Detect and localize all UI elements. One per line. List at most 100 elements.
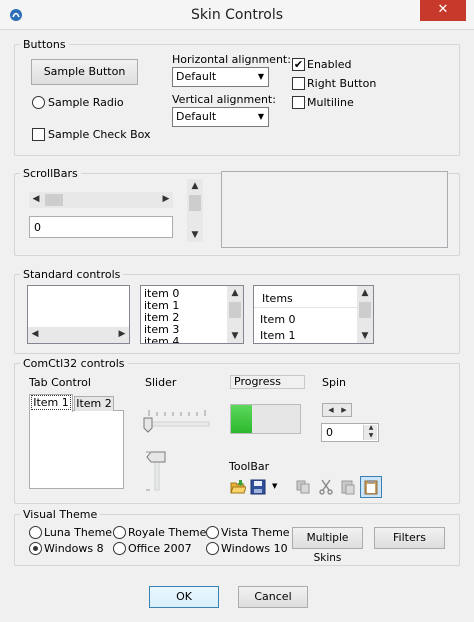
spin-value: 0 (326, 426, 333, 439)
slider-thumb (146, 451, 166, 463)
horizontal-scrollbar[interactable]: ◀ ▶ (29, 192, 173, 208)
list-item[interactable]: item 4 (142, 336, 227, 344)
cut-icon[interactable] (318, 479, 334, 495)
slider-label: Slider (145, 376, 177, 389)
scroll-thumb[interactable] (229, 302, 241, 318)
save-dropdown-arrow-icon[interactable]: ▼ (272, 482, 277, 490)
scroll-up-arrow[interactable]: ▲ (187, 179, 203, 193)
vertical-scrollbar[interactable]: ▲ ▼ (187, 179, 203, 242)
scroll-right-arrow[interactable]: ▶ (159, 192, 173, 208)
cancel-button[interactable]: Cancel (238, 586, 308, 608)
multiline-checkbox[interactable] (292, 96, 305, 109)
vertical-alignment-label: Vertical alignment: (172, 93, 276, 106)
theme-label-luna: Luna Theme (44, 526, 113, 539)
visual-theme-group-title: Visual Theme (20, 508, 101, 521)
ok-button[interactable]: OK (149, 586, 219, 608)
buttons-group-title: Buttons (20, 38, 69, 51)
enabled-label: Enabled (307, 58, 352, 71)
list-box[interactable]: item 0 item 1 item 2 item 3 item 4 ▲ ▼ (140, 285, 244, 344)
vertical-alignment-select[interactable]: Default ▼ (172, 107, 269, 127)
sample-button[interactable]: Sample Button (31, 59, 138, 85)
save-icon[interactable] (250, 479, 266, 495)
edit-box[interactable]: ◀ ▶ (27, 285, 130, 344)
theme-radio-vista[interactable] (206, 526, 219, 539)
scroll-position-value: 0 (34, 221, 41, 234)
toolbar: ▼ (229, 476, 385, 498)
vertical-alignment-value: Default (176, 110, 217, 123)
horizontal-slider[interactable] (141, 404, 213, 434)
spin-left-arrow[interactable]: ◀ (325, 403, 337, 418)
right-button-checkbox[interactable] (292, 77, 305, 90)
scroll-right-arrow[interactable]: ▶ (115, 327, 129, 342)
open-folder-icon[interactable] (230, 479, 246, 495)
standard-controls-group-title: Standard controls (20, 268, 124, 281)
progress-fill (231, 405, 252, 433)
theme-radio-luna[interactable] (29, 526, 42, 539)
scroll-left-arrow[interactable]: ◀ (28, 327, 42, 342)
list-view-item[interactable]: Item 0 (258, 312, 353, 328)
theme-label-windows-10: Windows 10 (221, 542, 288, 555)
list-view[interactable]: Items Item 0 Item 1 ▲ ▼ (253, 285, 374, 344)
progress-label-box: Progress (230, 375, 305, 389)
window-title: Skin Controls (190, 7, 284, 23)
tab-item-2[interactable]: Item 2 (74, 396, 114, 411)
theme-radio-royale[interactable] (113, 526, 126, 539)
sample-check-box-label: Sample Check Box (48, 128, 151, 141)
clipboard-button[interactable] (360, 476, 382, 498)
horizontal-spin[interactable]: ◀ ▶ (322, 403, 352, 417)
scroll-left-arrow[interactable]: ◀ (29, 192, 43, 208)
progress-bar (230, 404, 301, 434)
enabled-checkbox[interactable]: ✔ (292, 58, 305, 71)
spin-buttons[interactable]: ▲ ▼ (363, 424, 378, 440)
spin-field[interactable]: 0 ▲ ▼ (321, 423, 379, 442)
horizontal-scrollbar[interactable]: ◀ ▶ (28, 327, 129, 343)
scroll-preview-panel (221, 171, 448, 248)
radio-selected-dot (33, 546, 38, 551)
list-view-header[interactable]: Items (254, 286, 357, 308)
sample-radio[interactable] (32, 96, 45, 109)
spin-right-arrow[interactable]: ▶ (338, 403, 350, 418)
scroll-thumb[interactable] (189, 195, 201, 211)
theme-label-windows-8: Windows 8 (44, 542, 104, 555)
tab-item-1-label: Item 1 (31, 395, 71, 410)
theme-label-office-2007: Office 2007 (128, 542, 192, 555)
scroll-up-arrow[interactable]: ▲ (357, 286, 373, 300)
spin-down-arrow[interactable]: ▼ (364, 431, 378, 440)
slider-thumb (143, 417, 153, 433)
right-button-label: Right Button (307, 77, 377, 90)
scroll-down-arrow[interactable]: ▼ (187, 228, 203, 242)
theme-label-vista: Vista Theme (221, 526, 290, 539)
tab-item-1[interactable]: Item 1 (29, 394, 73, 412)
chevron-down-icon: ▼ (257, 112, 264, 121)
theme-label-royale: Royale Theme (128, 526, 207, 539)
sample-check-box[interactable] (32, 128, 45, 141)
tab-control-label: Tab Control (29, 376, 91, 389)
toolbar-label: ToolBar (229, 460, 270, 473)
horizontal-alignment-select[interactable]: Default ▼ (172, 67, 269, 87)
scroll-down-arrow[interactable]: ▼ (357, 329, 373, 343)
close-button[interactable]: ✕ (420, 0, 466, 21)
comctl-group-title: ComCtl32 controls (20, 357, 128, 370)
scroll-thumb[interactable] (45, 194, 63, 206)
theme-radio-office-2007[interactable] (113, 542, 126, 555)
tab-item-2-label: Item 2 (76, 397, 112, 410)
progress-label: Progress (234, 375, 281, 388)
vertical-slider[interactable] (143, 446, 167, 494)
multiple-skins-button[interactable]: Multiple Skins (292, 527, 363, 564)
chevron-down-icon: ▼ (257, 72, 264, 81)
paste-icon[interactable] (340, 479, 356, 495)
scroll-up-arrow[interactable]: ▲ (227, 286, 243, 300)
list-view-item[interactable]: Item 1 (258, 328, 353, 343)
filters-button[interactable]: Filters (374, 527, 445, 549)
scroll-down-arrow[interactable]: ▼ (227, 329, 243, 343)
copy-icon[interactable] (295, 479, 311, 495)
scrollbars-group-title: ScrollBars (20, 167, 81, 180)
scroll-thumb[interactable] (359, 302, 371, 318)
horizontal-alignment-value: Default (176, 70, 217, 83)
theme-radio-windows-8[interactable] (29, 542, 42, 555)
scroll-position-field[interactable]: 0 (29, 216, 173, 238)
tab-control-body (29, 410, 124, 489)
vertical-scrollbar[interactable]: ▲ ▼ (357, 286, 373, 343)
vertical-scrollbar[interactable]: ▲ ▼ (227, 286, 243, 343)
theme-radio-windows-10[interactable] (206, 542, 219, 555)
